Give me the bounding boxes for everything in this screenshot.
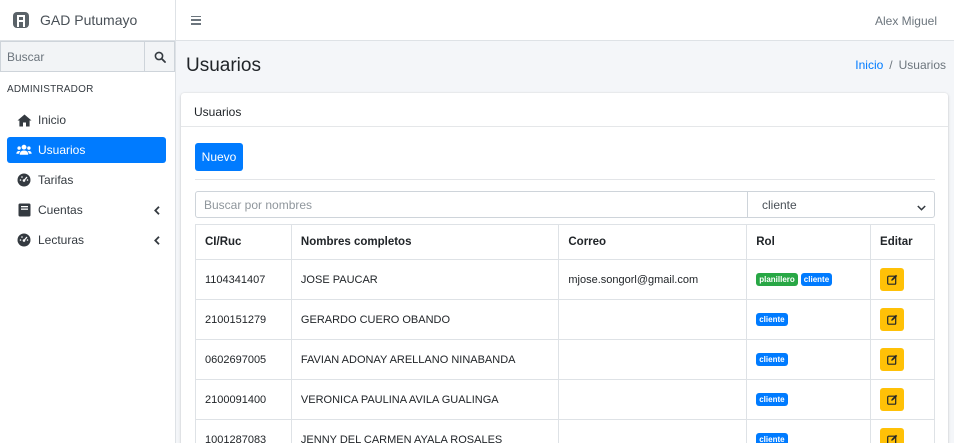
sidebar-search-input[interactable]: Buscar bbox=[0, 41, 144, 72]
column-header-ci: CI/Ruc bbox=[195, 224, 292, 260]
cell-role: cliente bbox=[746, 419, 872, 443]
table-row: 1104341407 JOSE PAUCAR mjose.songorl@gma… bbox=[195, 259, 935, 300]
table-row: 2100091400 VERONICA PAULINA AVILA GUALIN… bbox=[195, 379, 935, 420]
card-title: Usuarios bbox=[181, 93, 948, 127]
role-badge: cliente bbox=[756, 433, 788, 443]
sidebar-search: Buscar bbox=[0, 41, 175, 72]
page-title: Usuarios bbox=[186, 55, 261, 76]
edit-icon bbox=[886, 314, 897, 325]
breadcrumb: Inicio / Usuarios bbox=[855, 58, 946, 72]
column-header-role: Rol bbox=[746, 224, 872, 260]
sidebar: GAD Putumayo Buscar ADMINISTRADOR Inicio… bbox=[0, 0, 176, 443]
brand[interactable]: GAD Putumayo bbox=[0, 0, 175, 41]
chevron-left-icon bbox=[154, 234, 160, 248]
cell-role: cliente bbox=[746, 299, 872, 340]
sidebar-item-label: Cuentas bbox=[38, 203, 83, 217]
cell-edit bbox=[870, 379, 935, 420]
edit-button[interactable] bbox=[880, 268, 905, 291]
tachometer-icon bbox=[16, 173, 32, 187]
cell-name: FAVIAN ADONAY ARELLANO NINABANDA bbox=[290, 339, 560, 380]
edit-icon bbox=[886, 434, 897, 443]
brand-name: GAD Putumayo bbox=[40, 12, 138, 28]
tachometer-icon bbox=[16, 233, 32, 247]
topbar: Alex Miguel bbox=[176, 0, 954, 41]
book-icon bbox=[16, 203, 32, 217]
table-row: 0602697005 FAVIAN ADONAY ARELLANO NINABA… bbox=[195, 339, 935, 380]
cell-name: JOSE PAUCAR bbox=[290, 259, 560, 300]
cell-ci: 1001287083 bbox=[195, 419, 292, 443]
sidebar-item-tarifas[interactable]: Tarifas bbox=[7, 167, 166, 193]
edit-icon bbox=[886, 274, 897, 285]
sidebar-item-usuarios[interactable]: Usuarios bbox=[7, 137, 166, 163]
chevron-down-icon bbox=[917, 200, 926, 214]
table-row: 1001287083 JENNY DEL CARMEN AYALA ROSALE… bbox=[195, 419, 935, 443]
sidebar-search-button[interactable] bbox=[144, 41, 175, 72]
cell-edit bbox=[870, 339, 935, 380]
search-icon bbox=[154, 51, 166, 63]
home-icon bbox=[16, 113, 32, 127]
sidebar-item-inicio[interactable]: Inicio bbox=[7, 107, 166, 133]
users-icon bbox=[16, 143, 32, 157]
edit-button[interactable] bbox=[880, 308, 905, 331]
role-badge: cliente bbox=[800, 273, 833, 286]
breadcrumb-link-inicio[interactable]: Inicio bbox=[855, 58, 883, 72]
divider bbox=[195, 179, 935, 180]
cell-name: GERARDO CUERO OBANDO bbox=[290, 299, 560, 340]
users-table: CI/Ruc Nombres completos Correo Rol Edit… bbox=[195, 224, 935, 443]
table-header-row: CI/Ruc Nombres completos Correo Rol Edit… bbox=[195, 224, 935, 260]
cell-email: mjose.songorl@gmail.com bbox=[558, 259, 748, 300]
edit-icon bbox=[886, 394, 897, 405]
cell-ci: 0602697005 bbox=[195, 339, 292, 380]
chevron-left-icon bbox=[154, 204, 160, 218]
user-menu[interactable]: Alex Miguel bbox=[875, 14, 937, 28]
cell-edit bbox=[870, 299, 935, 340]
breadcrumb-separator: / bbox=[889, 58, 893, 72]
sidebar-item-label: Lecturas bbox=[38, 233, 85, 247]
cell-ci: 1104341407 bbox=[195, 259, 292, 300]
column-header-name: Nombres completos bbox=[290, 224, 560, 260]
breadcrumb-current: Usuarios bbox=[898, 58, 946, 72]
cell-email bbox=[558, 339, 748, 380]
edit-icon bbox=[886, 354, 897, 365]
table-row: 2100151279 GERARDO CUERO OBANDO cliente bbox=[195, 299, 935, 340]
edit-button[interactable] bbox=[880, 428, 905, 443]
sidebar-item-lecturas[interactable]: Lecturas bbox=[7, 227, 166, 253]
cell-email bbox=[558, 419, 748, 443]
name-search-input[interactable]: Buscar por nombres bbox=[195, 191, 748, 218]
column-header-edit: Editar bbox=[870, 224, 935, 260]
edit-button[interactable] bbox=[880, 348, 905, 371]
cell-email bbox=[558, 299, 748, 340]
nav-section-header: ADMINISTRADOR bbox=[7, 84, 94, 95]
role-badge: planillero bbox=[756, 273, 798, 286]
sidebar-item-label: Inicio bbox=[38, 113, 67, 127]
role-badge: cliente bbox=[756, 353, 788, 366]
sidebar-item-label: Usuarios bbox=[38, 143, 86, 157]
cell-ci: 2100091400 bbox=[195, 379, 292, 420]
content-header: Usuarios Inicio / Usuarios bbox=[186, 41, 946, 91]
sidebar-item-cuentas[interactable]: Cuentas bbox=[7, 197, 166, 223]
cell-role: cliente bbox=[746, 379, 872, 420]
role-filter-value: cliente bbox=[762, 197, 797, 212]
cell-edit bbox=[870, 259, 935, 300]
column-header-email: Correo bbox=[558, 224, 748, 260]
role-filter-select[interactable]: cliente bbox=[747, 191, 935, 218]
role-badge: cliente bbox=[756, 393, 788, 406]
sidebar-item-label: Tarifas bbox=[38, 173, 74, 187]
new-user-button[interactable]: Nuevo bbox=[195, 143, 243, 171]
edit-button[interactable] bbox=[880, 388, 905, 411]
cell-name: JENNY DEL CARMEN AYALA ROSALES bbox=[290, 419, 560, 443]
cell-ci: 2100151279 bbox=[195, 299, 292, 340]
cell-role: planillero cliente bbox=[746, 259, 872, 300]
cell-edit bbox=[870, 419, 935, 443]
role-badge: cliente bbox=[756, 313, 788, 326]
cell-name: VERONICA PAULINA AVILA GUALINGA bbox=[290, 379, 560, 420]
cell-email bbox=[558, 379, 748, 420]
brand-logo-icon bbox=[11, 10, 31, 30]
users-card: Usuarios Nuevo Buscar por nombres client… bbox=[181, 93, 948, 443]
cell-role: cliente bbox=[746, 339, 872, 380]
menu-toggle-icon[interactable] bbox=[191, 15, 201, 25]
